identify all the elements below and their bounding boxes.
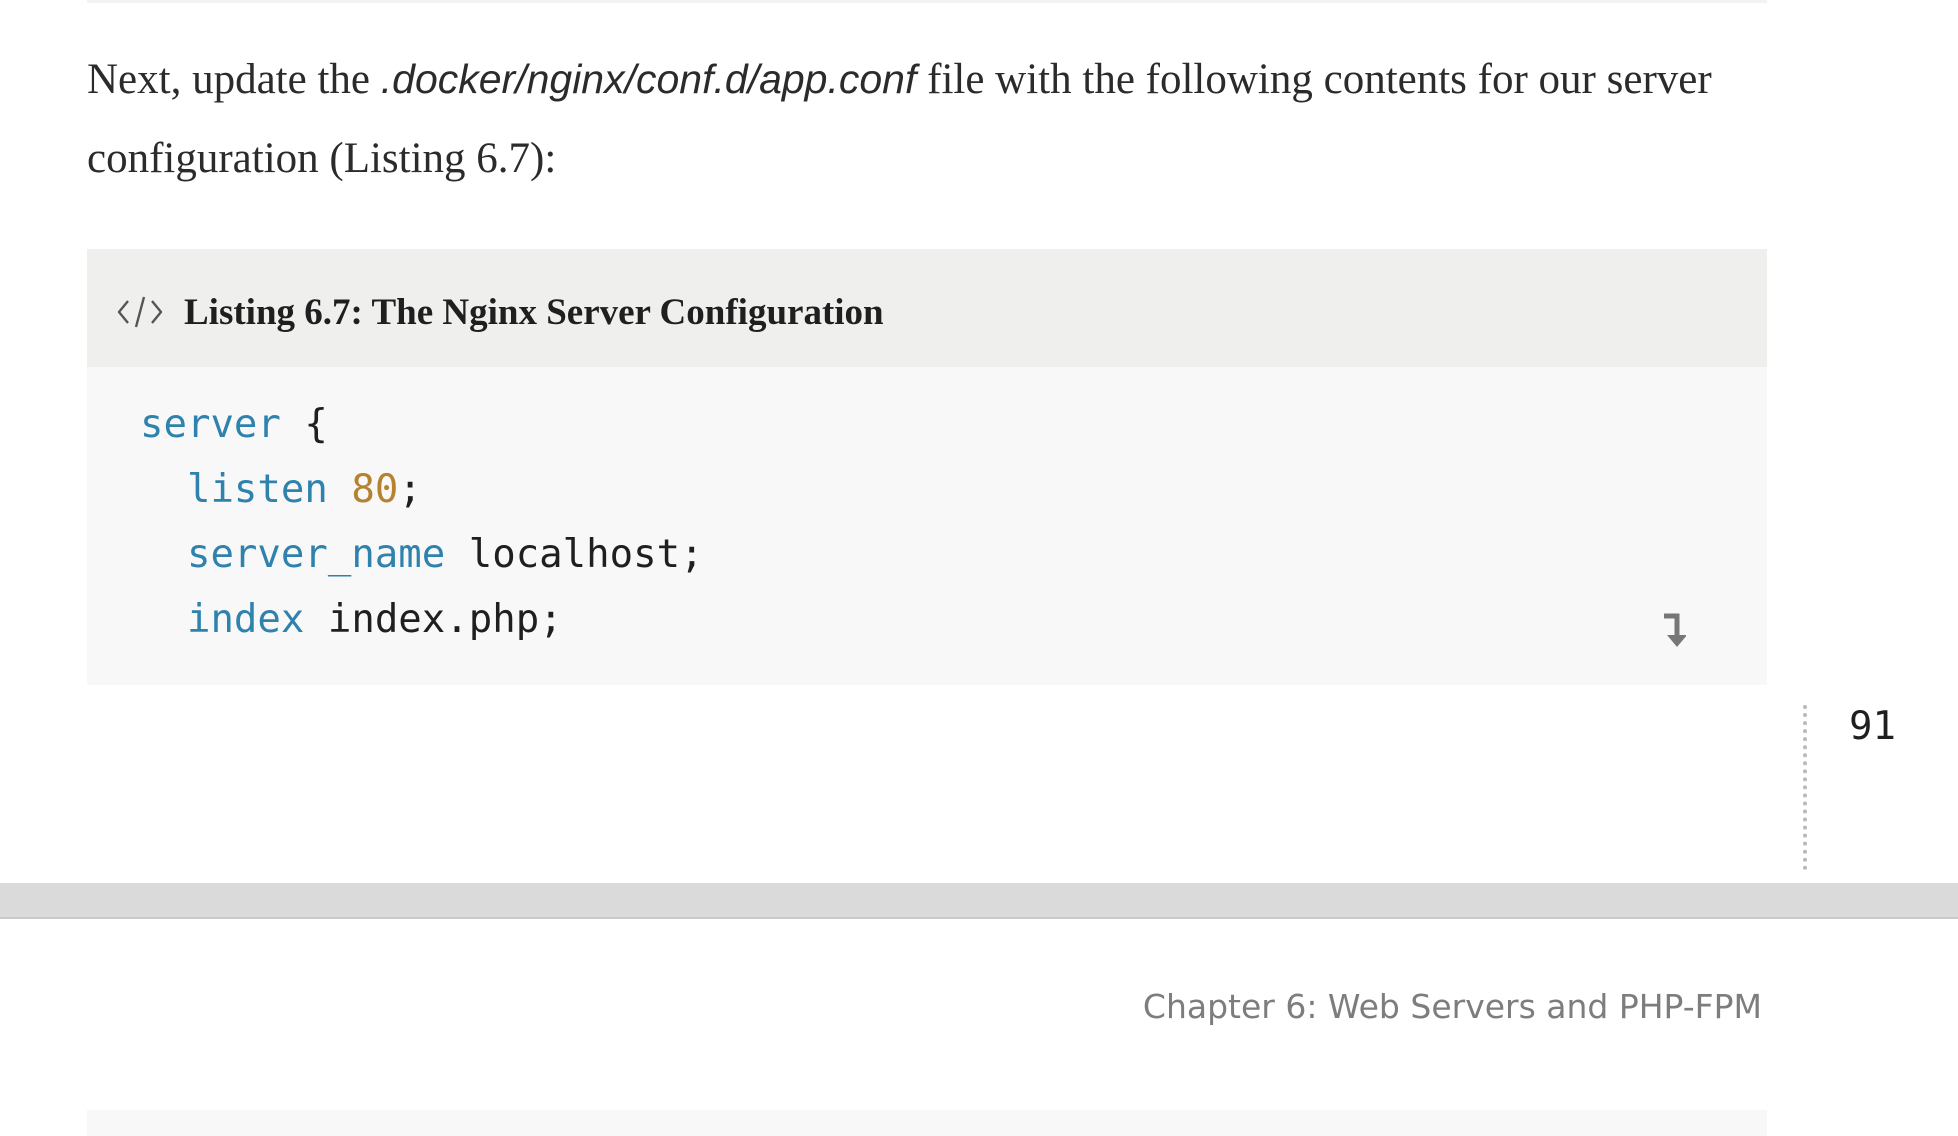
previous-block-edge xyxy=(87,0,1767,3)
paragraph-lead-text: Next, update the xyxy=(87,56,381,103)
listing-header: Listing 6.7: The Nginx Server Configurat… xyxy=(87,249,1767,367)
code-keyword: listen xyxy=(186,467,328,512)
page-break-bar xyxy=(0,883,1958,919)
code-text: ; xyxy=(398,467,422,512)
code-listing: Listing 6.7: The Nginx Server Configurat… xyxy=(87,249,1767,685)
code-keyword: index xyxy=(186,597,305,642)
code-line: server { xyxy=(140,402,328,447)
code-number: 80 xyxy=(351,467,399,512)
code-text: { xyxy=(280,402,328,447)
code-line: listen 80; xyxy=(140,467,422,512)
code-text: index.php; xyxy=(304,597,563,642)
code-line: server_name localhost; xyxy=(140,532,704,577)
code-line: index index.php; xyxy=(140,597,563,642)
running-header: Chapter 6: Web Servers and PHP-FPM xyxy=(1142,987,1762,1026)
listing-title: Listing 6.7: The Nginx Server Configurat… xyxy=(184,292,884,333)
body-paragraph: Next, update the .docker/nginx/conf.d/ap… xyxy=(87,40,1767,198)
code-keyword: server xyxy=(140,402,281,447)
code-text: localhost; xyxy=(445,532,704,577)
next-block-edge xyxy=(87,1110,1767,1136)
file-path: .docker/nginx/conf.d/app.conf xyxy=(380,56,917,102)
page-number: 91 xyxy=(1849,704,1896,749)
continued-arrow-icon xyxy=(1664,613,1686,647)
page-margin-divider xyxy=(1803,705,1807,870)
code-keyword: server_name xyxy=(186,532,446,577)
code-icon xyxy=(117,296,163,328)
code-block: server { listen 80; server_name localhos… xyxy=(140,392,704,652)
